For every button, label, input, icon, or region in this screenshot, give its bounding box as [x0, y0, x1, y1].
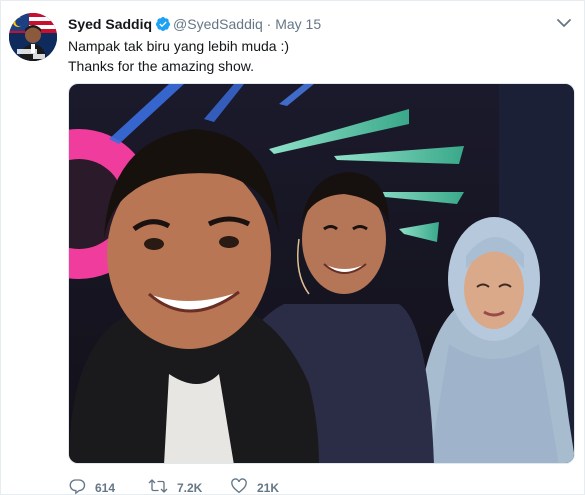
tweet-text-line: Nampak tak biru yang lebih muda :)	[68, 38, 289, 54]
avatar[interactable]	[9, 13, 57, 61]
tweet-card[interactable]: Syed Saddiq @SyedSaddiq · May 15 Nampak t…	[0, 0, 585, 495]
retweet-count: 7.2K	[177, 480, 203, 495]
reply-button[interactable]: 614	[68, 477, 148, 495]
selfie-photo	[69, 84, 574, 463]
tweet-photo[interactable]	[68, 83, 575, 464]
author-name[interactable]: Syed Saddiq	[68, 16, 152, 32]
avatar-image	[9, 13, 57, 61]
reply-count: 614	[95, 480, 116, 495]
reply-icon	[68, 477, 86, 495]
tweet-header: Syed Saddiq @SyedSaddiq · May 15	[68, 15, 544, 36]
tweet-date[interactable]: May 15	[275, 16, 321, 32]
tweet-text: Nampak tak biru yang lebih muda :) Thank…	[68, 36, 564, 76]
author-handle[interactable]: @SyedSaddiq	[173, 16, 263, 32]
separator-dot: ·	[266, 16, 272, 32]
tweet-actions: 614 7.2K 21K	[68, 477, 310, 495]
heart-icon	[230, 477, 248, 495]
chevron-down-icon[interactable]	[554, 15, 574, 31]
retweet-button[interactable]: 7.2K	[148, 477, 230, 495]
retweet-icon	[148, 477, 168, 495]
tweet-text-line: Thanks for the amazing show.	[68, 58, 254, 74]
verified-badge-icon	[155, 16, 171, 36]
like-button[interactable]: 21K	[230, 477, 310, 495]
like-count: 21K	[257, 480, 280, 495]
